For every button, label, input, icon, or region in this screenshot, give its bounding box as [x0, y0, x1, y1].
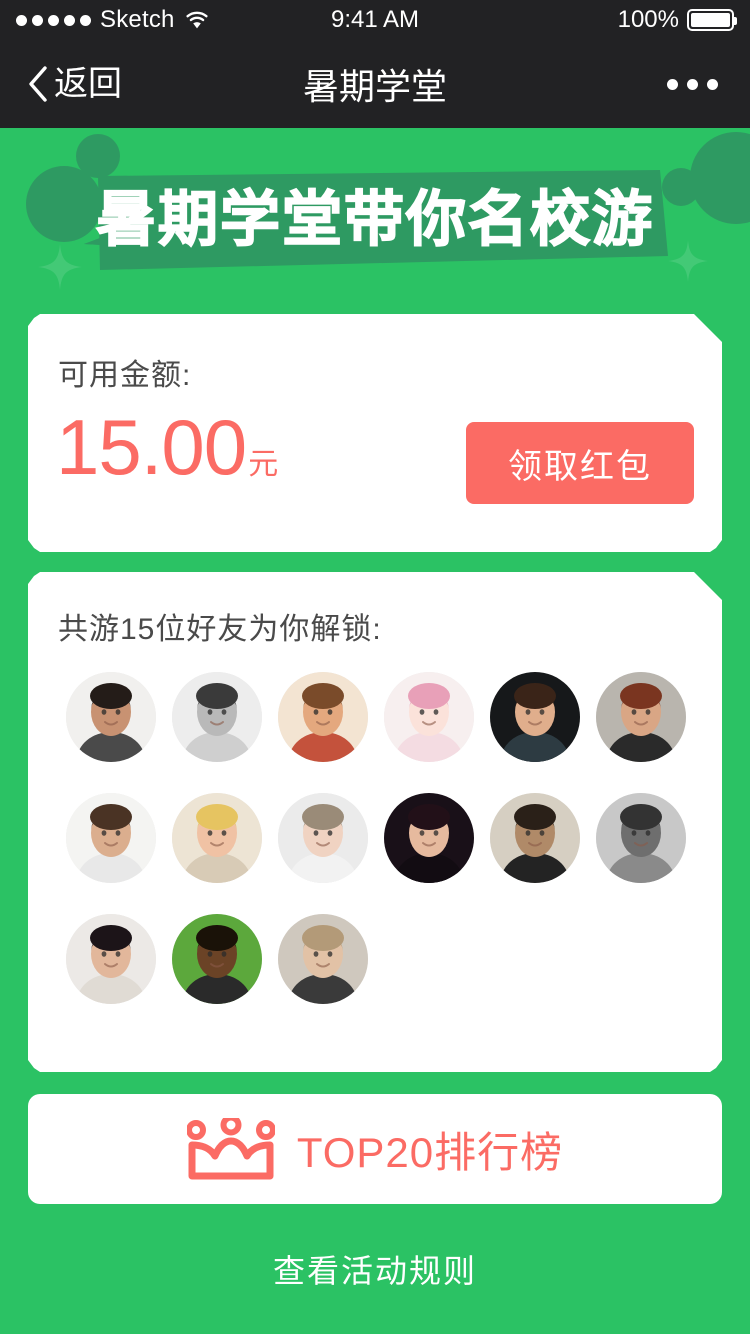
friends-avatar-grid [58, 672, 694, 1004]
avatar-friend-1[interactable] [66, 672, 156, 762]
back-button[interactable]: 返回 [14, 40, 134, 128]
back-button-label: 返回 [54, 65, 122, 103]
more-horizontal-icon[interactable] [657, 40, 728, 128]
balance-amount: 15.00 元 [56, 408, 278, 486]
banner-headline: 暑期学堂带你名校游 [95, 184, 654, 256]
avatar-friend-8[interactable] [172, 793, 262, 883]
top-ranking-button[interactable]: TOP20排行榜 [28, 1094, 722, 1204]
friends-unlock-card: 共游15位好友为你解锁: [28, 572, 722, 1072]
status-bar-right: 100% [617, 6, 737, 34]
friends-unlock-label: 共游15位好友为你解锁: [58, 613, 382, 646]
avatar-friend-4[interactable] [384, 672, 474, 762]
status-bar-left: Sketch [16, 8, 210, 32]
status-bar: Sketch 9:41 AM 100% [0, 0, 750, 40]
balance-card: 可用金额: 15.00 元 领取红包 [28, 314, 722, 552]
claim-red-packet-button[interactable]: 领取红包 [466, 422, 694, 504]
carrier-label: Sketch [100, 6, 175, 33]
avatar-friend-2[interactable] [172, 672, 262, 762]
avatar-friend-14[interactable] [172, 914, 262, 1004]
top-ranking-label: TOP20排行榜 [296, 1128, 564, 1176]
avatar-friend-11[interactable] [490, 793, 580, 883]
avatar-friend-12[interactable] [596, 793, 686, 883]
avatar-friend-9[interactable] [278, 793, 368, 883]
promo-banner: 暑期学堂带你名校游 [0, 128, 750, 314]
avatar-friend-13[interactable] [66, 914, 156, 1004]
avatar-friend-15[interactable] [278, 914, 368, 1004]
balance-amount-value: 15.00 [56, 403, 247, 491]
battery-full-icon [687, 9, 737, 31]
crown-icon [186, 1118, 275, 1180]
balance-label: 可用金额: [58, 359, 192, 392]
view-rules-link[interactable]: 查看活动规则 [0, 1246, 750, 1292]
avatar-friend-3[interactable] [278, 672, 368, 762]
app-screen: Sketch 9:41 AM 100% 返回 暑期学堂 暑期学堂带你名校游 可用… [0, 0, 750, 1334]
balance-amount-unit: 元 [248, 448, 279, 481]
signal-dots-icon [16, 14, 91, 26]
avatar-friend-7[interactable] [66, 793, 156, 883]
avatar-friend-10[interactable] [384, 793, 474, 883]
avatar-friend-6[interactable] [596, 672, 686, 762]
chevron-left-icon [26, 65, 48, 103]
avatar-friend-5[interactable] [490, 672, 580, 762]
battery-percent-label: 100% [617, 6, 679, 33]
nav-bar: 返回 暑期学堂 [0, 40, 750, 128]
wifi-icon [184, 10, 210, 30]
